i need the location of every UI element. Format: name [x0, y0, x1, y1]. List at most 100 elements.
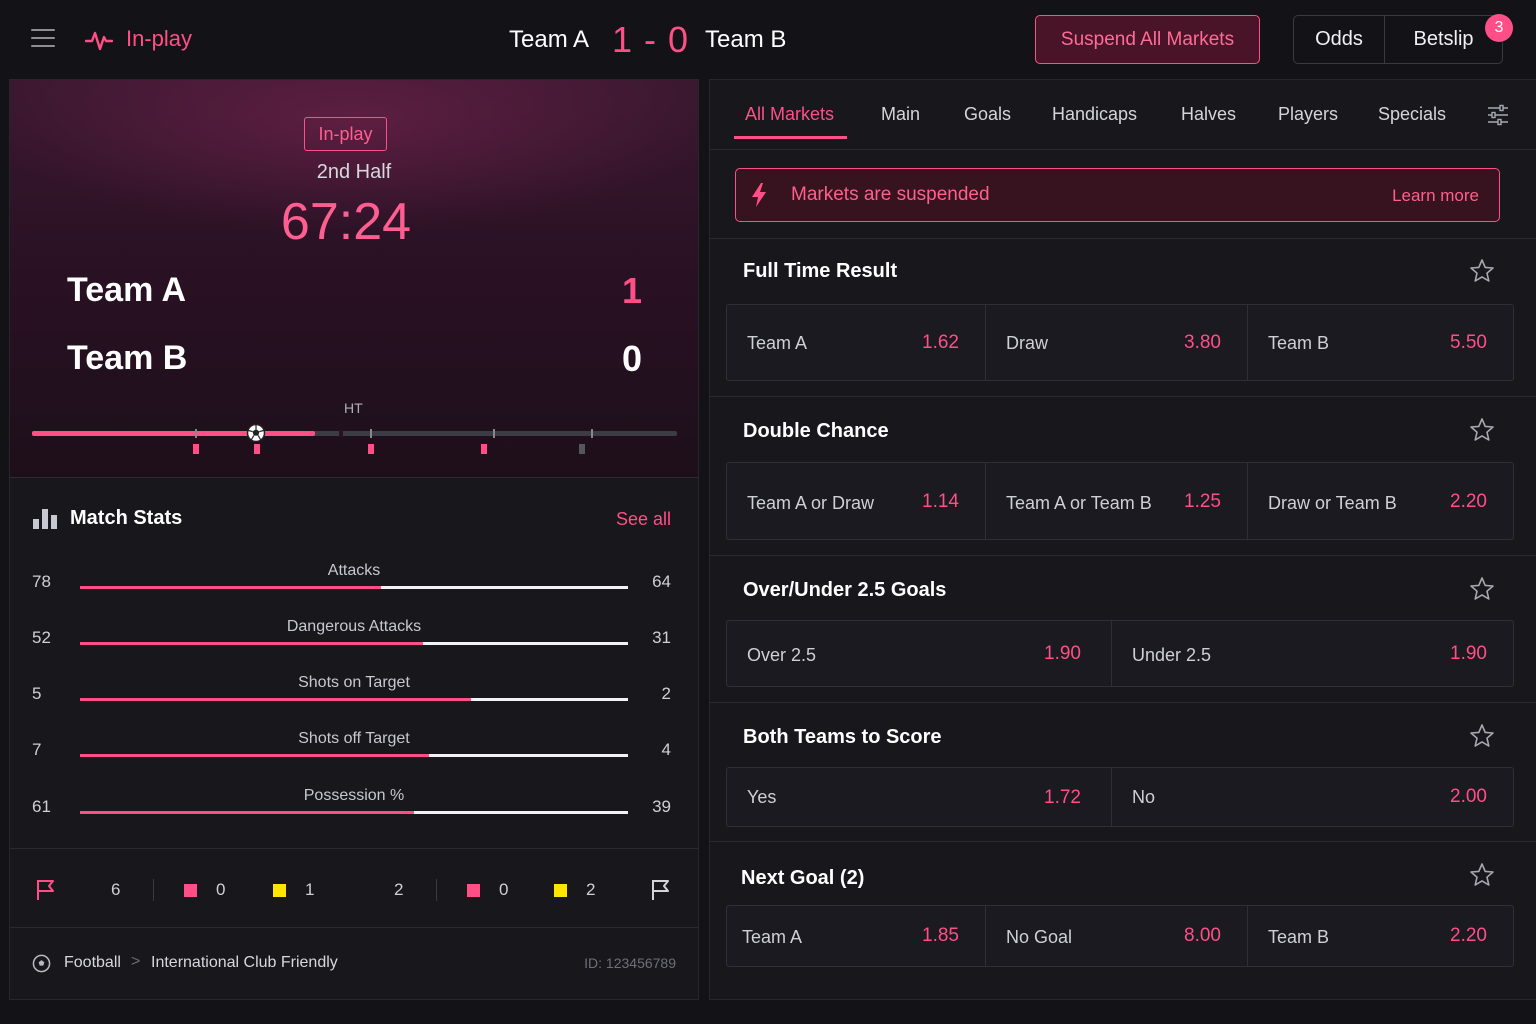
stat-label: Attacks: [327, 562, 381, 579]
match-timeline: [32, 422, 677, 462]
stat-bar-home-fill: [80, 754, 429, 757]
header-score: 1 - 0: [612, 19, 690, 60]
tab-handicaps[interactable]: Handicaps: [1052, 104, 1137, 125]
tab-specials[interactable]: Specials: [1378, 104, 1446, 125]
match-panel: In-play 2nd Half 67:24 Team A 1 Team B 0…: [9, 79, 699, 1000]
odds-row: Yes 1.72 No 2.00: [726, 767, 1514, 827]
header-team-b: Team B: [705, 26, 787, 53]
selection-price: 1.62: [922, 332, 959, 353]
stat-bar-home-fill: [80, 811, 415, 814]
stat-home-value: 52: [32, 628, 51, 647]
betslip-button[interactable]: Betslip: [1385, 16, 1502, 63]
away-yellow-cards-count: 2: [586, 880, 596, 899]
star-icon[interactable]: [1469, 723, 1495, 749]
odds-selection[interactable]: Team A 1.85: [727, 906, 986, 966]
tab-goals[interactable]: Goals: [964, 104, 1011, 125]
odds-selection[interactable]: Team B 5.50: [1248, 305, 1513, 380]
stat-away-value: 4: [661, 740, 671, 759]
divider: [153, 879, 154, 901]
stat-bar: [80, 811, 628, 814]
odds-selection[interactable]: Team A or Draw 1.14: [727, 463, 986, 539]
stat-bar-home-fill: [80, 586, 381, 589]
star-icon[interactable]: [1469, 258, 1495, 284]
home-yellow-cards-count: 1: [305, 880, 315, 899]
suspend-all-markets-button[interactable]: Suspend All Markets: [1035, 15, 1260, 64]
stat-away-value: 64: [652, 572, 671, 591]
star-icon[interactable]: [1469, 862, 1495, 888]
tab-main[interactable]: Main: [881, 104, 920, 125]
odds-selection[interactable]: Draw or Team B 2.20: [1248, 463, 1513, 539]
market-both-teams-to-score: Both Teams to Score Yes 1.72 No 2.00: [710, 702, 1536, 841]
team-b-score: 0: [621, 338, 642, 379]
stat-label: Possession %: [303, 787, 405, 804]
markets-suspended-alert: Markets are suspended Learn more: [735, 168, 1500, 222]
away-red-cards-count: 0: [499, 880, 509, 899]
timeline-tick: [493, 429, 495, 438]
cards-and-corners: 6 0 1 2 0 2: [10, 848, 698, 928]
learn-more-link[interactable]: Learn more: [1392, 186, 1479, 206]
lightning-icon: [752, 183, 766, 207]
selection-label: Team A or Team B: [1006, 493, 1152, 513]
corner-flag-icon: [652, 880, 669, 900]
timeline-event-marker: [193, 444, 199, 454]
selection-price: 8.00: [1184, 925, 1221, 946]
selection-label: Team B: [1268, 333, 1330, 353]
odds-selection[interactable]: No Goal 8.00: [986, 906, 1248, 966]
selection-label: Team A: [742, 927, 803, 947]
selection-price: 5.50: [1450, 332, 1487, 353]
odds-selection[interactable]: Team A or Team B 1.25: [986, 463, 1248, 539]
timeline-event-marker: [368, 444, 374, 454]
selection-label: Under 2.5: [1132, 645, 1212, 665]
team-b-name: Team B: [67, 339, 188, 377]
home-corners-count: 6: [111, 880, 121, 899]
market-title: Over/Under 2.5 Goals: [743, 579, 947, 601]
market-title: Double Chance: [743, 420, 889, 442]
selection-label: No Goal: [1006, 927, 1073, 947]
yellow-card-icon: [554, 884, 567, 897]
odds-selection[interactable]: Draw 3.80: [986, 305, 1248, 380]
breadcrumb-competition[interactable]: International Club Friendly: [151, 954, 338, 972]
odds-selection[interactable]: No 2.00: [1112, 768, 1513, 826]
star-icon[interactable]: [1469, 576, 1495, 602]
odds-selection[interactable]: Over 2.5 1.90: [727, 621, 1112, 686]
stat-label: Shots off Target: [298, 730, 410, 747]
odds-selection[interactable]: Yes 1.72: [727, 768, 1112, 826]
stat-bar: [80, 698, 628, 701]
odds-row: Team A 1.85 No Goal 8.00 Team B 2.20: [726, 905, 1514, 967]
match-stats-header: Match Stats See all: [10, 478, 698, 558]
inplay-nav-link[interactable]: In-play: [126, 26, 192, 52]
match-id: ID: 123456789: [584, 955, 676, 971]
see-all-stats-link[interactable]: See all: [616, 509, 671, 530]
market-title: Next Goal (2): [741, 867, 865, 889]
tab-halves[interactable]: Halves: [1181, 104, 1236, 125]
timeline-event-marker: [579, 444, 585, 454]
betslip-count-badge: 3: [1485, 14, 1513, 42]
breadcrumb-sport[interactable]: Football: [64, 954, 121, 972]
market-next-goal: Next Goal (2) Team A 1.85 No Goal 8.00 T…: [710, 841, 1536, 981]
match-stats-title: Match Stats: [70, 507, 183, 529]
match-clock: 67:24: [280, 193, 412, 251]
timeline-halftime-gap: [339, 430, 343, 437]
breadcrumb-separator: >: [131, 953, 141, 970]
timeline-tick: [370, 429, 372, 438]
odds-selection[interactable]: Team A 1.62: [727, 305, 986, 380]
bar-chart-icon: [33, 509, 57, 529]
tab-players[interactable]: Players: [1278, 104, 1338, 125]
stat-home-value: 61: [32, 797, 51, 816]
timeline-tick: [591, 429, 593, 438]
timeline-event-marker: [254, 444, 260, 454]
filter-settings-icon[interactable]: [1486, 104, 1510, 126]
odds-selection[interactable]: Team B 2.20: [1248, 906, 1513, 966]
tab-all-markets[interactable]: All Markets: [745, 104, 834, 125]
star-icon[interactable]: [1469, 417, 1495, 443]
market-double-chance: Double Chance Team A or Draw 1.14 Team A…: [710, 396, 1536, 555]
selection-label: Over 2.5: [747, 645, 817, 665]
market-title: Both Teams to Score: [743, 726, 942, 748]
halftime-label: HT: [344, 400, 363, 416]
odds-button[interactable]: Odds: [1294, 16, 1385, 63]
away-corners-count: 2: [394, 880, 404, 899]
selection-price: 1.90: [1044, 643, 1081, 664]
menu-icon[interactable]: [31, 29, 55, 49]
odds-selection[interactable]: Under 2.5 1.90: [1112, 621, 1513, 686]
stat-away-value: 39: [652, 797, 671, 816]
